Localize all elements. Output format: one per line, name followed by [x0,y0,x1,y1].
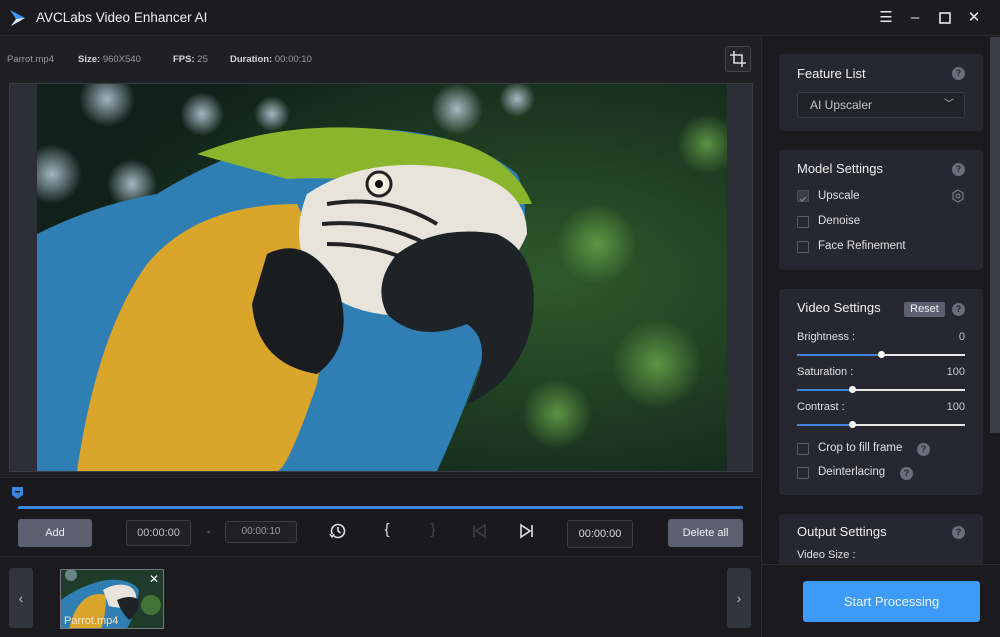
denoise-label: Denoise [818,215,861,227]
face-refinement-label: Face Refinement [818,240,906,252]
playhead-marker-icon[interactable] [12,487,23,499]
preview-area: Parrot.mp4 Size: 960X540 FPS: 25 Duratio… [0,37,761,637]
saturation-value: 100 [946,366,965,378]
app-logo-icon [10,10,25,26]
remove-clip-icon[interactable]: ✕ [149,572,159,586]
skip-forward-icon[interactable] [517,521,537,541]
video-settings-title: Video Settings [797,300,881,315]
crop-to-fill-checkbox[interactable] [797,443,809,455]
feature-select-value: AI Upscaler [810,98,873,112]
minimize-icon[interactable]: – [905,8,925,28]
face-refinement-checkbox[interactable] [797,241,809,253]
clip-thumbnail[interactable]: Parrot.mp4 ✕ [60,569,164,629]
settings-sidebar: Feature List ? AI Upscaler ﹀ Model Setti… [761,37,1000,637]
file-info-bar: Parrot.mp4 Size: 960X540 FPS: 25 Duratio… [0,37,761,83]
gear-icon[interactable] [951,189,965,203]
file-name: Parrot.mp4 [7,54,54,65]
slider-knob[interactable] [849,386,857,393]
reset-button[interactable]: Reset [904,302,945,317]
close-icon[interactable]: ✕ [964,8,984,28]
feature-select[interactable]: AI Upscaler ﹀ [797,92,965,118]
denoise-checkbox[interactable] [797,216,809,228]
feature-list-title: Feature List [797,66,866,81]
feature-list-panel: Feature List ? AI Upscaler ﹀ [779,54,983,131]
brightness-label: Brightness : [797,331,856,343]
skip-back-icon[interactable] [469,521,489,541]
slider-knob[interactable] [849,421,857,428]
time-separator: - [207,526,211,538]
crop-icon [730,51,746,67]
upscale-label: Upscale [818,190,860,202]
app-title: AVCLabs Video Enhancer AI [36,10,208,25]
help-icon[interactable]: ? [917,443,930,456]
video-size-label: Video Size : [797,549,856,561]
delete-all-button[interactable]: Delete all [668,519,743,547]
contrast-label: Contrast : [797,401,845,413]
next-clip-button[interactable]: › [727,568,751,628]
parrot-image [37,84,727,471]
help-icon[interactable]: ? [952,303,965,316]
current-time-input[interactable]: 00:00:00 [567,520,633,548]
chevron-down-icon: ﹀ [944,99,954,110]
crop-button[interactable] [725,46,751,72]
crop-to-fill-label: Crop to fill frame [818,442,903,454]
help-icon[interactable]: ? [952,163,965,176]
model-settings-panel: Model Settings ? Upscale Denoise Face Re… [779,150,983,270]
deinterlacing-label: Deinterlacing [818,466,886,478]
brightness-value: 0 [958,331,965,343]
brightness-slider[interactable] [797,351,965,358]
file-fps: FPS: 25 [173,54,208,65]
clip-list: ‹ Parrot.mp4 ✕ › [0,558,761,637]
slider-knob[interactable] [878,351,885,358]
menu-icon[interactable]: ☰ [876,8,896,28]
video-preview[interactable] [37,84,727,471]
sidebar-footer: Start Processing [762,564,1000,637]
prev-clip-button[interactable]: ‹ [9,568,33,628]
playback-controls: Add 00:00:00 - 00:00:10 { } 00:00:00 Del… [0,509,761,557]
mark-in-icon[interactable]: { [377,521,397,541]
add-button[interactable]: Add [18,519,92,547]
model-settings-title: Model Settings [797,161,883,176]
video-preview-frame [9,83,753,472]
help-icon[interactable]: ? [900,467,913,480]
contrast-slider[interactable] [797,421,965,428]
maximize-icon[interactable] [935,8,955,28]
file-duration: Duration: 00:00:10 [230,54,312,65]
start-processing-button[interactable]: Start Processing [803,581,980,622]
upscale-checkbox[interactable] [797,190,809,202]
sidebar-scrollbar[interactable] [990,37,1000,433]
video-settings-panel: Video Settings Reset ? Brightness : 0 Sa… [779,289,983,495]
mark-out-icon[interactable]: } [423,521,443,541]
saturation-label: Saturation : [797,366,854,378]
file-size: Size: 960X540 [78,54,141,65]
clip-label: Parrot.mp4 [64,615,119,627]
history-icon[interactable] [328,521,348,541]
saturation-slider[interactable] [797,386,965,393]
contrast-value: 100 [946,401,965,413]
end-time-input[interactable]: 00:00:10 [225,521,297,543]
help-icon[interactable]: ? [952,526,965,539]
help-icon[interactable]: ? [952,67,965,80]
output-settings-title: Output Settings [797,524,887,539]
start-time-input[interactable]: 00:00:00 [126,520,191,546]
deinterlacing-checkbox[interactable] [797,467,809,479]
title-bar: AVCLabs Video Enhancer AI ☰ – ✕ [0,0,1000,36]
